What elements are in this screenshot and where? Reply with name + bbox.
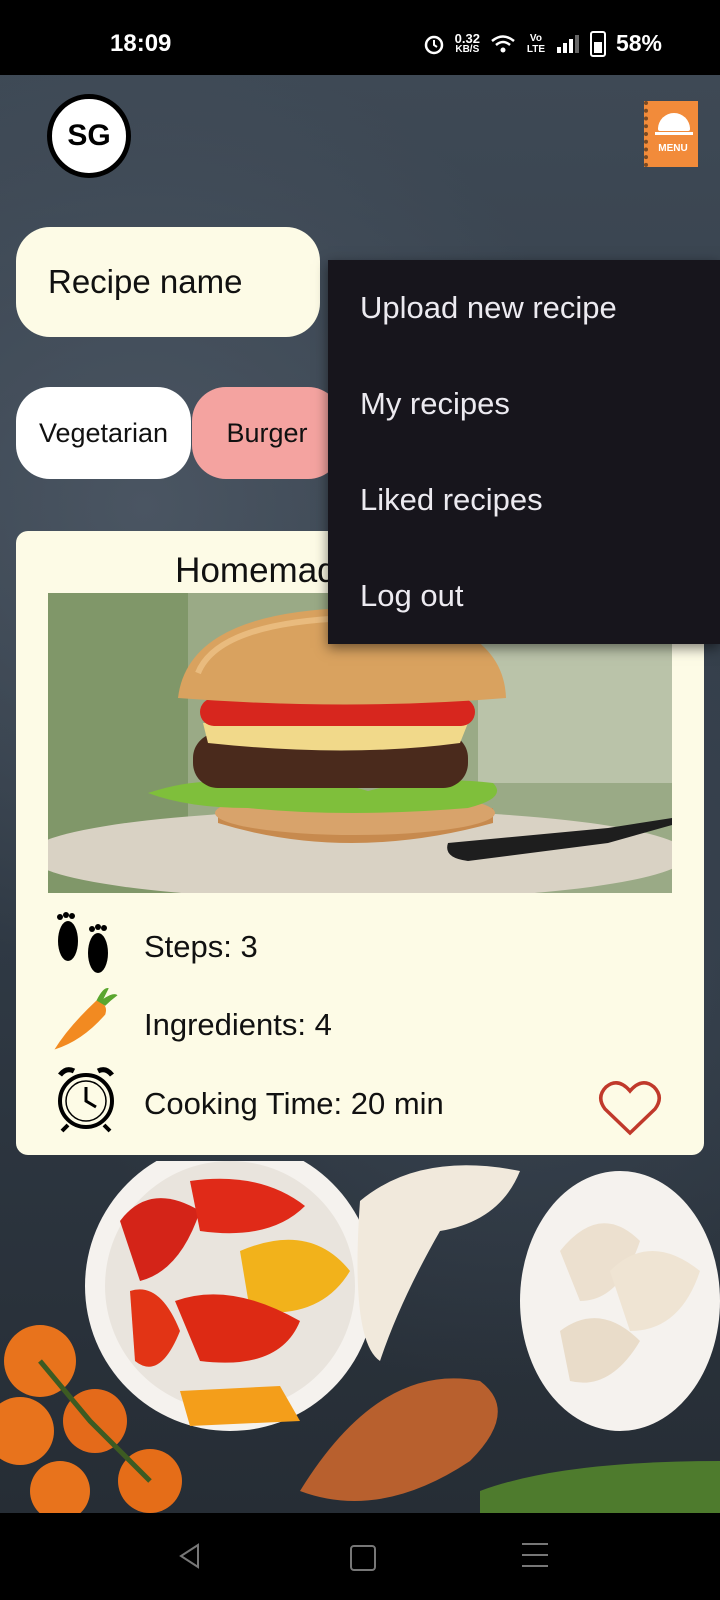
status-bar: 18:09 0.32 KB/S Vo LTE 58% — [0, 0, 720, 75]
carrot-icon — [54, 988, 118, 1050]
filter-chip-vegetarian[interactable]: Vegetarian — [16, 387, 191, 479]
recents-icon[interactable] — [522, 1543, 548, 1576]
signal-icon — [556, 34, 579, 53]
recipe-steps: Steps: 3 — [144, 929, 258, 964]
menu-item-liked-recipes[interactable]: Liked recipes — [360, 452, 700, 548]
wifi-icon — [491, 34, 515, 52]
heart-icon[interactable] — [598, 1079, 662, 1137]
navigation-bar — [0, 1513, 720, 1600]
avatar[interactable]: SG — [47, 94, 131, 178]
menu-icon-label: MENU — [658, 143, 688, 154]
menu-item-upload-new-recipe[interactable]: Upload new recipe — [360, 260, 700, 356]
status-icons: 0.32 KB/S Vo LTE 58% — [423, 30, 662, 57]
volte-indicator: Vo LTE — [526, 32, 546, 55]
network-speed: 0.32 KB/S — [454, 30, 480, 55]
dropdown-menu: Upload new recipe My recipes Liked recip… — [328, 260, 720, 644]
home-icon[interactable] — [350, 1545, 376, 1571]
footprints-icon — [57, 912, 108, 973]
menu-icon[interactable]: MENU — [644, 101, 698, 167]
app-screen: SG MENU Recipe name Vegetarian Burger Ho… — [0, 75, 720, 1513]
alarm-clock-icon — [58, 1067, 114, 1133]
battery-icon — [589, 30, 606, 57]
back-icon[interactable] — [178, 1543, 202, 1569]
vegetables-background-image — [0, 1161, 720, 1513]
menu-item-my-recipes[interactable]: My recipes — [360, 356, 700, 452]
filter-chip-burger[interactable]: Burger — [192, 387, 342, 479]
recipe-cooking-time: Cooking Time: 20 min — [144, 1086, 444, 1121]
menu-item-log-out[interactable]: Log out — [360, 548, 700, 644]
recipe-name-label: Recipe name — [48, 263, 243, 300]
battery-level: 58% — [615, 30, 662, 56]
recipe-name-search[interactable]: Recipe name — [16, 227, 320, 337]
cloche-icon — [658, 113, 690, 131]
alarm-icon — [424, 35, 443, 54]
status-time: 18:09 — [110, 30, 172, 57]
recipe-ingredients: Ingredients: 4 — [144, 1007, 332, 1042]
